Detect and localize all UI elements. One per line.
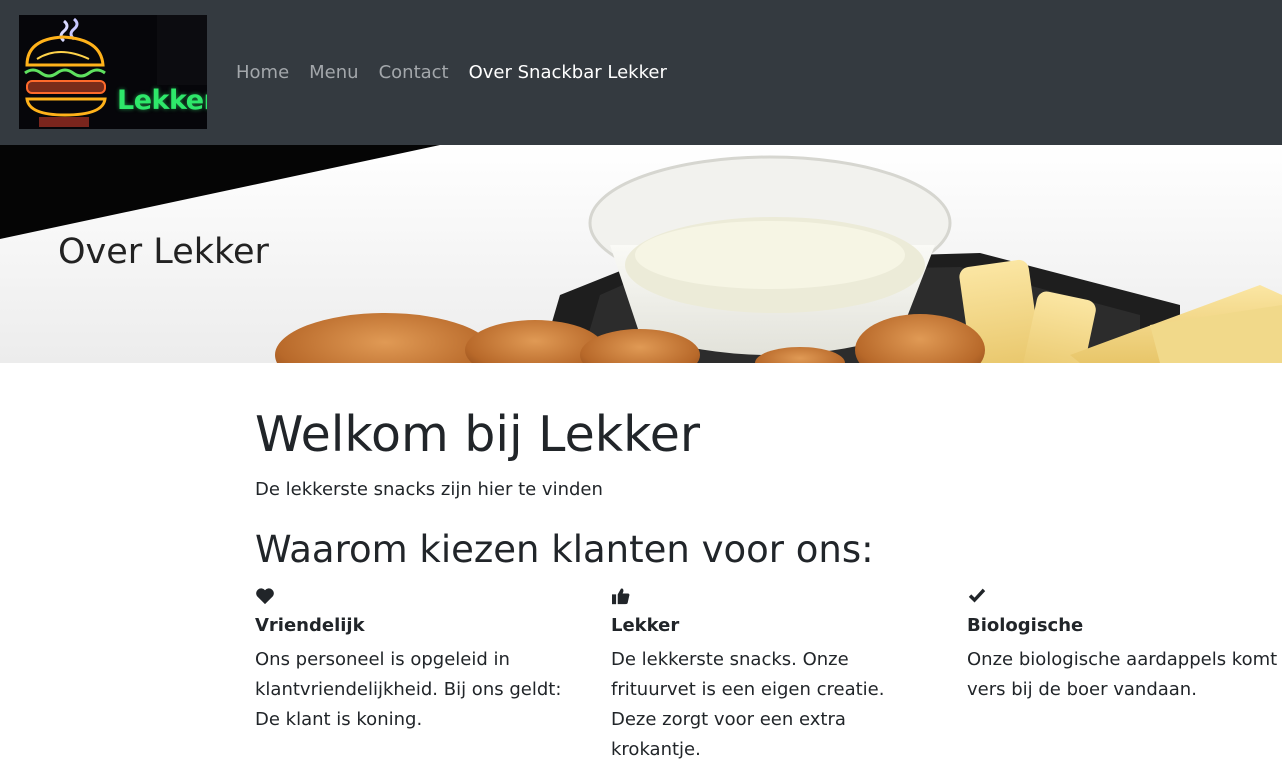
hero-title: Over Lekker	[58, 232, 269, 272]
welcome-subtitle: De lekkerste snacks zijn hier te vinden	[255, 479, 603, 500]
feature-text: De lekkerste snacks. Onze frituurvet is …	[611, 649, 885, 760]
nav-link-contact[interactable]: Contact	[379, 62, 449, 84]
logo-text: Lekker	[117, 85, 207, 116]
feature-title: Biologische	[967, 615, 1084, 636]
feature-title: Lekker	[611, 615, 680, 636]
feature-text: Ons personeel is opgeleid in klantvriend…	[255, 649, 562, 730]
heart-icon	[255, 587, 575, 609]
feature-text: Onze biologische aardappels komt vers bi…	[967, 649, 1278, 700]
thumbs-up-icon	[611, 587, 931, 609]
check-icon	[967, 587, 1282, 609]
brand-logo[interactable]: Lekker	[19, 15, 207, 129]
why-us-title: Waarom kiezen klanten voor ons:	[255, 528, 874, 571]
main-nav: Home Menu Contact Over Snackbar Lekker	[236, 62, 687, 84]
feature-biologische: Biologische Onze biologische aardappels …	[967, 587, 1282, 705]
welcome-title: Welkom bij Lekker	[255, 406, 701, 463]
feature-title: Vriendelijk	[255, 615, 365, 636]
feature-vriendelijk: Vriendelijk Ons personeel is opgeleid in…	[255, 587, 575, 735]
top-navbar: Lekker Home Menu Contact Over Snackbar L…	[0, 0, 1282, 145]
nav-link-over-snackbar-lekker[interactable]: Over Snackbar Lekker	[469, 62, 667, 84]
nav-link-menu[interactable]: Menu	[309, 62, 358, 84]
feature-lekker: Lekker De lekkerste snacks. Onze frituur…	[611, 587, 931, 765]
nav-link-home[interactable]: Home	[236, 62, 289, 84]
hero-banner: Over Lekker	[0, 145, 1282, 363]
